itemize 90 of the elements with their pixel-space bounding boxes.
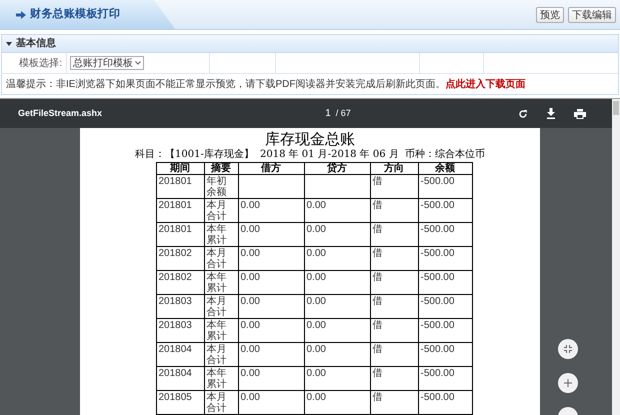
table-cell: 本月合计 xyxy=(206,344,226,366)
caret-icon xyxy=(6,42,12,46)
page-count: / 67 xyxy=(336,106,351,120)
table-cell: 0.00 xyxy=(306,344,326,355)
file-name: GetFileStream.ashx xyxy=(18,106,104,120)
table-cell: 201805 xyxy=(158,392,192,403)
table-cell: 201803 xyxy=(158,296,192,307)
table-cell: 借 xyxy=(372,272,382,283)
table-cell: 本年累计 xyxy=(206,368,226,390)
table-cell: 借 xyxy=(372,248,382,259)
fit-page-button[interactable] xyxy=(558,339,578,359)
header-button[interactable]: 下载编辑 xyxy=(568,6,616,22)
column-header: 余额 xyxy=(418,162,472,174)
table-cell: 0.00 xyxy=(306,320,326,331)
arrow-icon xyxy=(16,10,26,18)
table-cell: 201802 xyxy=(158,272,192,283)
currency-text: 币种：综合本位币 xyxy=(404,148,485,162)
table-cell: 201801 xyxy=(158,176,192,187)
table-cell: -500.00 xyxy=(420,296,454,307)
table-cell: -500.00 xyxy=(420,368,454,379)
subject-text: 科目：【1001-库存现金】 xyxy=(135,148,254,162)
table-cell: 201803 xyxy=(158,320,192,331)
table-cell: 借 xyxy=(372,392,382,403)
page-number[interactable]: 1 xyxy=(325,106,331,121)
table-cell: 借 xyxy=(372,176,382,187)
table-cell: 年初余额 xyxy=(206,176,226,198)
table-cell: 201801 xyxy=(158,200,192,211)
table-cell: 0.00 xyxy=(240,296,260,307)
table-cell: 借 xyxy=(372,224,382,235)
column-header: 期间 xyxy=(156,162,204,174)
table-cell: 本月合计 xyxy=(206,296,226,318)
table-cell: 本年累计 xyxy=(206,224,226,246)
table-cell: 本年累计 xyxy=(206,320,226,342)
table-cell: 0.00 xyxy=(306,200,326,211)
page-title: 财务总账模板打印 xyxy=(30,6,120,22)
section-header[interactable]: 基本信息 xyxy=(2,35,618,53)
table-cell: 201801 xyxy=(158,224,192,235)
scrollbar[interactable] xyxy=(612,99,620,415)
table-cell: 借 xyxy=(372,320,382,331)
table-cell: 0.00 xyxy=(306,272,326,283)
download-icon[interactable] xyxy=(546,108,556,119)
table-cell: 本月合计 xyxy=(206,392,226,414)
column-header: 摘要 xyxy=(204,162,238,174)
table-cell: -500.00 xyxy=(420,392,454,403)
table-cell: 0.00 xyxy=(306,296,326,307)
table-cell: 借 xyxy=(372,344,382,355)
field-label: 模板选择: xyxy=(19,56,62,70)
table-cell: 借 xyxy=(372,368,382,379)
table-cell: 0.00 xyxy=(240,368,260,379)
table-cell: 借 xyxy=(372,296,382,307)
table-cell: -500.00 xyxy=(420,272,454,283)
table-cell: -500.00 xyxy=(420,200,454,211)
rotate-icon[interactable] xyxy=(518,108,528,118)
table-cell: 本月合计 xyxy=(206,200,226,222)
print-icon[interactable] xyxy=(574,108,586,118)
table-cell: 0.00 xyxy=(306,392,326,403)
table-cell: 借 xyxy=(372,200,382,211)
table-cell: 0.00 xyxy=(240,320,260,331)
table-cell: 0.00 xyxy=(240,272,260,283)
table-cell: -500.00 xyxy=(420,248,454,259)
table-cell: 0.00 xyxy=(306,248,326,259)
table-cell: 201804 xyxy=(158,368,192,379)
plus-icon xyxy=(564,379,572,387)
hint-text: 温馨提示：非IE浏览器下如果页面不能正常显示预览，请下载PDF阅读器并安装完成后刷新此页面。 xyxy=(6,78,446,92)
table-cell: 0.00 xyxy=(306,224,326,235)
document-title: 库存现金总账 xyxy=(265,129,355,149)
column-header: 方向 xyxy=(370,162,418,174)
column-header: 借方 xyxy=(238,162,304,174)
table-cell: 本月合计 xyxy=(206,248,226,270)
table-cell: 本年累计 xyxy=(206,272,226,294)
table-cell: -500.00 xyxy=(420,320,454,331)
table-cell: 0.00 xyxy=(240,248,260,259)
table-cell: -500.00 xyxy=(420,224,454,235)
table-cell: 201802 xyxy=(158,248,192,259)
table-cell: -500.00 xyxy=(420,176,454,187)
table-cell: 0.00 xyxy=(306,368,326,379)
table-cell: 201804 xyxy=(158,344,192,355)
column-header: 贷方 xyxy=(304,162,370,174)
chevron-icon xyxy=(135,61,141,65)
download-link[interactable]: 点此进入下载页面 xyxy=(445,76,526,92)
zoom-in-button[interactable] xyxy=(558,373,578,393)
table-cell: 0.00 xyxy=(240,200,260,211)
header-button[interactable]: 预览 xyxy=(536,6,564,22)
table-cell: 0.00 xyxy=(240,392,260,403)
table-cell: 0.00 xyxy=(240,344,260,355)
table-cell: -500.00 xyxy=(420,344,454,355)
template-select[interactable]: 总账打印模板 xyxy=(70,56,144,70)
table-cell: 0.00 xyxy=(240,224,260,235)
period-text: 2018 年 01 月-2018 年 06 月 xyxy=(260,148,399,162)
fit-page-icon xyxy=(564,345,572,353)
